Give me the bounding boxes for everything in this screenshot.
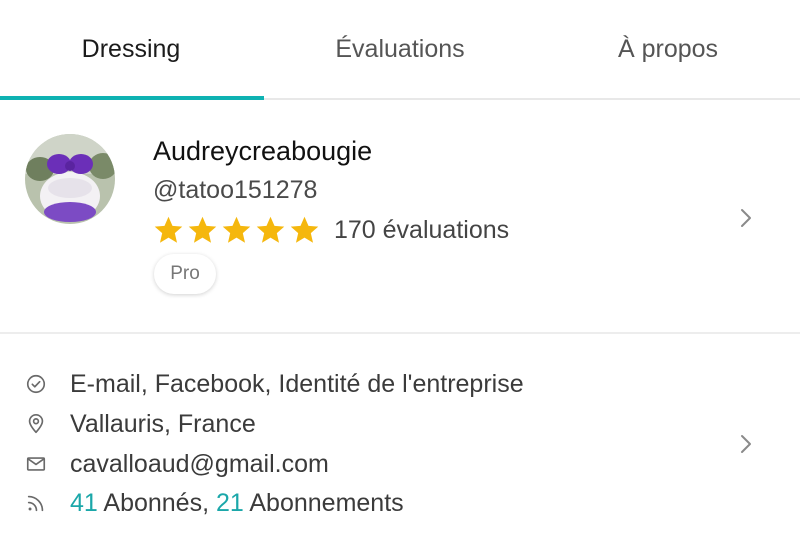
followers-text: 41 Abonnés, 21 Abonnements (70, 489, 404, 518)
verification-row: E-mail, Facebook, Identité de l'entrepri… (24, 365, 524, 403)
following-count[interactable]: 21 (216, 489, 244, 517)
star-icon (222, 216, 251, 243)
tab-bar: Dressing Évaluations À propos (0, 0, 800, 100)
tab-evaluations[interactable]: Évaluations (268, 0, 532, 98)
tab-dressing[interactable]: Dressing (0, 0, 262, 98)
tab-a-propos[interactable]: À propos (536, 0, 800, 98)
review-count: 170 évaluations (334, 216, 510, 244)
star-icon (256, 216, 285, 243)
location-row: Vallauris, France (24, 405, 256, 443)
chevron-right-icon (741, 435, 751, 453)
star-icon (188, 216, 217, 243)
email-row: cavalloaud@gmail.com (24, 445, 329, 483)
rss-icon (24, 491, 48, 515)
mail-icon (24, 452, 48, 476)
followers-row: 41 Abonnés, 21 Abonnements (24, 484, 404, 522)
chevron-right-icon (741, 209, 751, 227)
followers-count[interactable]: 41 (70, 489, 98, 517)
followers-label: Abonnés, (103, 488, 210, 517)
check-circle-icon (24, 372, 48, 396)
star-icon (290, 216, 319, 243)
star-icon (154, 216, 183, 243)
star-rating (152, 214, 322, 247)
profile-details[interactable]: E-mail, Facebook, Identité de l'entrepri… (0, 334, 800, 554)
rating: 170 évaluations (152, 214, 509, 247)
pro-badge: Pro (154, 254, 216, 294)
location-pin-icon (24, 412, 48, 436)
location-text: Vallauris, France (70, 409, 256, 438)
profile-header[interactable]: Audreycreabougie @tatoo151278 170 évalua… (0, 100, 800, 334)
user-handle: @tatoo151278 (153, 176, 318, 204)
avatar (25, 134, 115, 224)
username: Audreycreabougie (153, 136, 373, 166)
following-label: Abonnements (249, 488, 404, 517)
email-link[interactable]: cavalloaud@gmail.com (70, 450, 329, 479)
verification-text: E-mail, Facebook, Identité de l'entrepri… (70, 369, 524, 398)
